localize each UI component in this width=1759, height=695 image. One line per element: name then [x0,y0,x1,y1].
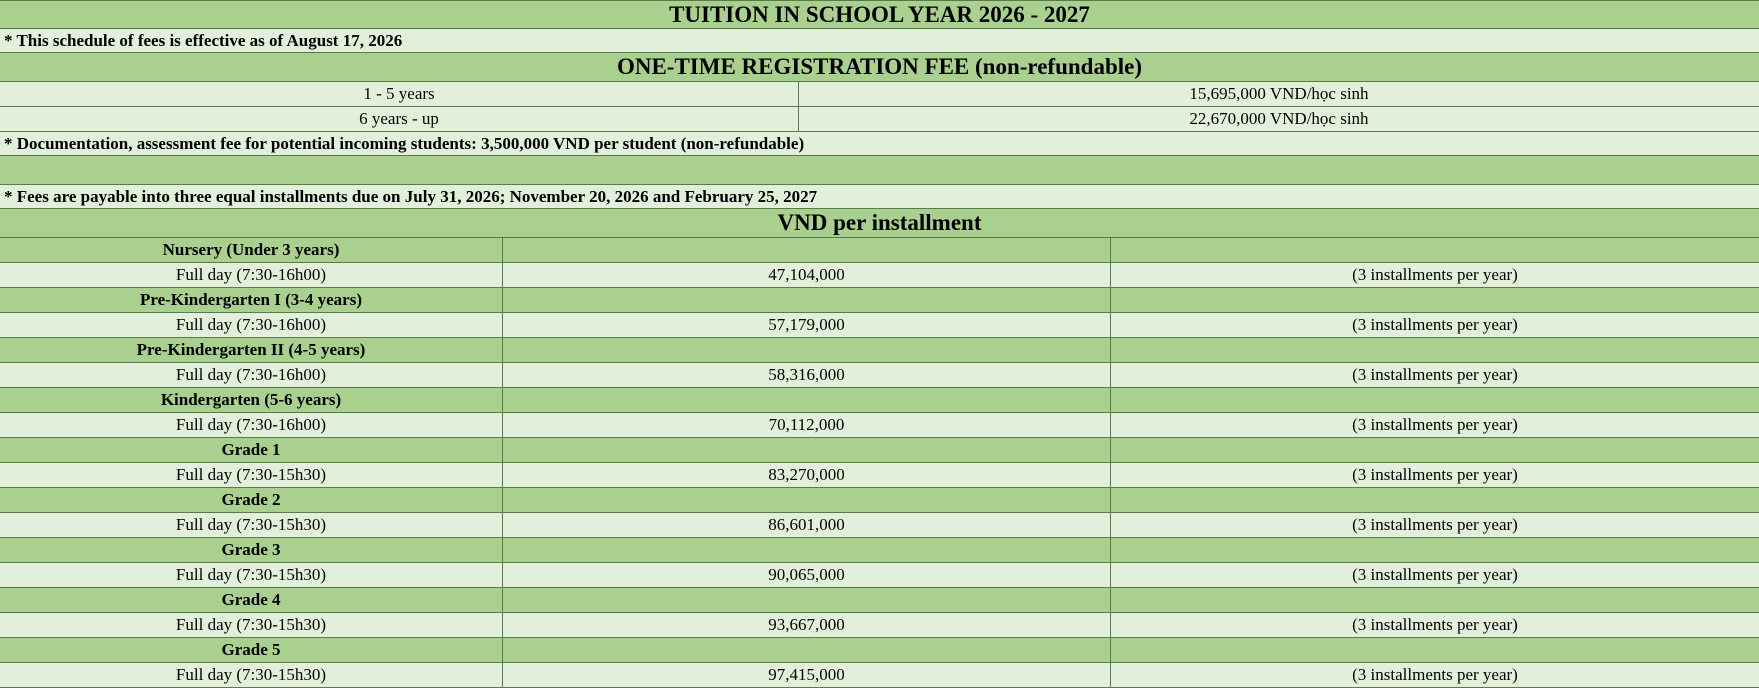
registration-age: 6 years - up [0,107,799,131]
registration-fee: 15,695,000 VND/học sinh [1189,84,1369,103]
tier-header-blank [503,438,1111,462]
tier-header-blank [1111,338,1759,362]
tier-header-blank [1111,588,1759,612]
tier-amount: 86,601,000 [503,513,1111,537]
tier-header-blank [1111,438,1759,462]
tier-amount: 83,270,000 [503,463,1111,487]
tier-header-row: Grade 5 [0,638,1759,663]
tier-amount: 97,415,000 [503,663,1111,687]
tier-header-row: Grade 3 [0,538,1759,563]
tier-schedule: Full day (7:30-15h30) [0,513,503,537]
tier-header-blank [503,638,1111,662]
tier-installment-note: (3 installments per year) [1352,565,1518,584]
tier-installment-note: (3 installments per year) [1352,315,1518,334]
tier-detail-row: Full day (7:30-15h30) 90,065,000 (3 instal… [0,563,1759,588]
tier-schedule: Full day (7:30-16h00) [0,263,503,287]
tier-header-blank [1111,388,1759,412]
tier-header-blank [1111,288,1759,312]
tier-schedule: Full day (7:30-15h30) [0,463,503,487]
tier-name: Nursery (Under 3 years) [0,238,503,262]
tier-header-blank [503,488,1111,512]
tier-schedule: Full day (7:30-15h30) [0,663,503,687]
installment-heading: VND per installment [0,209,1759,238]
registration-age: 1 - 5 years [0,82,799,106]
tier-schedule: Full day (7:30-16h00) [0,363,503,387]
tier-header-blank [1111,538,1759,562]
tier-installment-note: (3 installments per year) [1352,515,1518,534]
tier-name: Pre-Kindergarten II (4-5 years) [0,338,503,362]
tier-name: Grade 1 [0,438,503,462]
tier-header-blank [1111,238,1759,262]
tier-header-blank [1111,488,1759,512]
tier-installment-note: (3 installments per year) [1352,465,1518,484]
registration-heading: ONE-TIME REGISTRATION FEE (non-refundabl… [0,53,1759,82]
tier-name: Grade 5 [0,638,503,662]
registration-row: 6 years - up 22,670,000 VND/học sinh [0,107,1759,132]
tier-name: Grade 3 [0,538,503,562]
tier-detail-row: Full day (7:30-16h00) 58,316,000 (3 instal… [0,363,1759,388]
tier-header-blank [503,338,1111,362]
tier-detail-row: Full day (7:30-15h30) 86,601,000 (3 instal… [0,513,1759,538]
tier-name: Pre-Kindergarten I (3-4 years) [0,288,503,312]
tier-detail-row: Full day (7:30-15h30) 93,667,000 (3 instal… [0,613,1759,638]
tier-installment-note: (3 installments per year) [1352,365,1518,384]
tier-header-row: Nursery (Under 3 years) [0,238,1759,263]
tier-header-row: Grade 2 [0,488,1759,513]
tier-detail-row: Full day (7:30-15h30) 97,415,000 (3 instal… [0,663,1759,688]
tier-header-row: Pre-Kindergarten I (3-4 years) [0,288,1759,313]
sheet-title: TUITION IN SCHOOL YEAR 2026 - 2027 [0,0,1759,29]
tier-installment-note: (3 installments per year) [1352,665,1518,684]
tier-name: Grade 2 [0,488,503,512]
tier-amount: 90,065,000 [503,563,1111,587]
tier-detail-row: Full day (7:30-16h00) 57,179,000 (3 instal… [0,313,1759,338]
tier-detail-row: Full day (7:30-16h00) 70,112,000 (3 instal… [0,413,1759,438]
tier-detail-row: Full day (7:30-15h30) 83,270,000 (3 instal… [0,463,1759,488]
tuition-sheet: TUITION IN SCHOOL YEAR 2026 - 2027 * Thi… [0,0,1759,688]
tier-header-row: Grade 1 [0,438,1759,463]
tier-amount: 57,179,000 [503,313,1111,337]
tier-header-blank [503,588,1111,612]
tier-header-blank [1111,638,1759,662]
tier-installment-note: (3 installments per year) [1352,615,1518,634]
tier-header-row: Kindergarten (5-6 years) [0,388,1759,413]
tier-installment-note: (3 installments per year) [1352,415,1518,434]
tier-header-blank [503,238,1111,262]
tier-header-blank [503,388,1111,412]
tier-header-row: Grade 4 [0,588,1759,613]
tier-header-blank [503,288,1111,312]
tier-schedule: Full day (7:30-15h30) [0,563,503,587]
tier-list: Nursery (Under 3 years) Full day (7:30-16… [0,238,1759,688]
tier-name: Grade 4 [0,588,503,612]
tier-installment-note: (3 installments per year) [1352,265,1518,284]
assessment-note: * Documentation, assessment fee for pote… [0,132,1759,156]
tier-amount: 47,104,000 [503,263,1111,287]
effective-note: * This schedule of fees is effective as … [0,29,1759,53]
tier-name: Kindergarten (5-6 years) [0,388,503,412]
tier-schedule: Full day (7:30-15h30) [0,613,503,637]
tier-schedule: Full day (7:30-16h00) [0,313,503,337]
installment-note: * Fees are payable into three equal inst… [0,185,1759,209]
registration-fee: 22,670,000 VND/học sinh [1189,109,1369,128]
registration-row: 1 - 5 years 15,695,000 VND/học sinh [0,82,1759,107]
blank-row [0,156,1759,185]
tier-amount: 93,667,000 [503,613,1111,637]
tier-header-blank [503,538,1111,562]
tier-header-row: Pre-Kindergarten II (4-5 years) [0,338,1759,363]
tier-detail-row: Full day (7:30-16h00) 47,104,000 (3 instal… [0,263,1759,288]
tier-amount: 70,112,000 [503,413,1111,437]
tier-schedule: Full day (7:30-16h00) [0,413,503,437]
tier-amount: 58,316,000 [503,363,1111,387]
